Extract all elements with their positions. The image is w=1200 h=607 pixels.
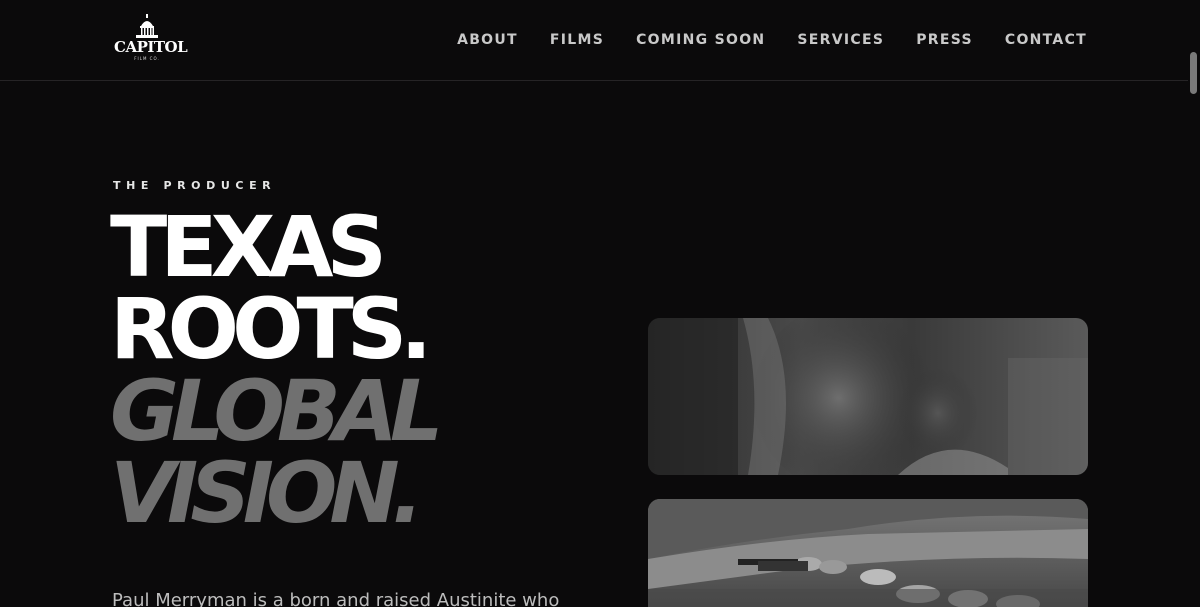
nav-services[interactable]: SERVICES: [797, 30, 884, 50]
main-nav: ABOUT FILMS COMING SOON SERVICES PRESS C…: [457, 30, 1087, 50]
film-still-battle: [648, 499, 1088, 607]
nav-contact[interactable]: CONTACT: [1005, 30, 1087, 50]
nav-press[interactable]: PRESS: [916, 30, 973, 50]
site-header: CAPITOL FILM CO. ABOUT FILMS COMING SOON…: [0, 0, 1188, 81]
headline-line-1: TEXAS: [110, 198, 387, 296]
nav-coming-soon[interactable]: COMING SOON: [636, 30, 765, 50]
page-scrollbar[interactable]: [1188, 0, 1200, 607]
page: CAPITOL FILM CO. ABOUT FILMS COMING SOON…: [0, 0, 1200, 607]
capitol-logo[interactable]: CAPITOL FILM CO.: [114, 14, 188, 64]
film-still-portrait: [648, 318, 1088, 475]
hero-eyebrow: THE PRODUCER: [113, 179, 277, 192]
logo-subtitle: FILM CO.: [134, 56, 160, 61]
nav-films[interactable]: FILMS: [550, 30, 604, 50]
hero-headline: TEXAS ROOTS. GLOBAL VISION.: [110, 198, 443, 542]
producer-bio: Paul Merryman is a born and raised Austi…: [112, 590, 560, 607]
logo-wordmark: CAPITOL: [114, 38, 188, 56]
nav-about[interactable]: ABOUT: [457, 30, 518, 50]
scrollbar-thumb[interactable]: [1190, 52, 1197, 94]
headline-line-2: ROOTS.: [110, 280, 432, 378]
headline-line-3: GLOBAL: [110, 362, 443, 460]
headline-line-4: VISION.: [110, 444, 424, 542]
